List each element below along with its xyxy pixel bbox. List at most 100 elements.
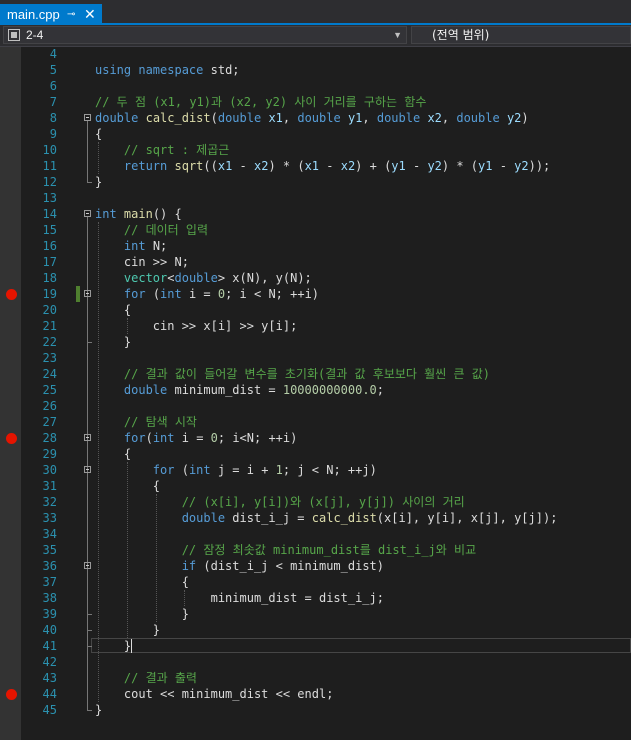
code-line[interactable]: 33 double dist_i_j = calc_dist(x[i], y[i… [0, 510, 631, 526]
code-editor[interactable]: 4 5 using namespace std; 6 7// 두 점 (x1, y1)과… [0, 47, 631, 740]
code-line[interactable]: 23 [0, 350, 631, 366]
text-caret [131, 639, 132, 653]
line-number: 42 [42, 655, 57, 669]
code-line[interactable]: 11 return sqrt((x1 - x2) * (x1 - x2) + (… [0, 158, 631, 174]
indent-guide [98, 222, 99, 702]
code-line[interactable]: 8 double calc_dist(double x1, double y1, … [0, 110, 631, 126]
code-line[interactable]: 22 } [0, 334, 631, 350]
breakpoint-icon[interactable] [6, 689, 17, 700]
outline-region-line [87, 569, 88, 614]
code-token: cout << minimum_dist << endl; [95, 687, 334, 701]
tab-main-cpp[interactable]: main.cpp ⊸ ✕ [0, 4, 102, 25]
code-token: ) [521, 111, 529, 125]
code-text: double minimum_dist = 10000000000.0; [95, 382, 384, 398]
code-line[interactable]: 12} [0, 174, 631, 190]
code-line[interactable]: 14 int main() { [0, 206, 631, 222]
collapse-toggle-icon[interactable] [84, 290, 91, 297]
line-number: 38 [42, 591, 57, 605]
code-line[interactable]: 20 { [0, 302, 631, 318]
code-token: (dist_i_j < minimum_dist) [196, 559, 384, 573]
code-line[interactable]: 37 { [0, 574, 631, 590]
line-number: 40 [42, 623, 57, 637]
code-token: ( [174, 463, 189, 477]
code-line[interactable]: 32 // (x[i], y[i])와 (x[j], y[j]) 사이의 거리 [0, 494, 631, 510]
outline-region-end [87, 630, 92, 631]
code-line[interactable]: 43 // 결과 출력 [0, 670, 631, 686]
code-line[interactable]: 4 [0, 46, 631, 62]
code-line[interactable]: 40 } [0, 622, 631, 638]
code-line[interactable]: 42 [0, 654, 631, 670]
indent-guide [126, 462, 128, 638]
line-number: 25 [42, 383, 57, 397]
close-icon[interactable]: ✕ [84, 4, 96, 25]
change-indicator [76, 286, 80, 302]
code-line[interactable]: 29 { [0, 446, 631, 462]
code-line[interactable]: 13 [0, 190, 631, 206]
code-text: { [95, 302, 131, 318]
code-line[interactable]: 15 // 데이터 입력 [0, 222, 631, 238]
code-line[interactable]: 17 cin >> N; [0, 254, 631, 270]
code-line[interactable]: 10 // sqrt : 제곱근 [0, 142, 631, 158]
code-line[interactable]: 35 // 잠정 최솟값 minimum_dist를 dist_i_j와 비교 [0, 542, 631, 558]
line-number: 28 [42, 431, 57, 445]
code-text: // sqrt : 제곱근 [95, 142, 229, 158]
code-line[interactable]: 21 cin >> x[i] >> y[i]; [0, 318, 631, 334]
code-token: int [123, 239, 146, 253]
scope-dropdown[interactable]: 2-4 ▼ [3, 26, 407, 44]
collapse-toggle-icon[interactable] [84, 210, 91, 217]
code-token: // 결과 출력 [123, 671, 197, 685]
collapse-toggle-icon[interactable] [84, 562, 91, 569]
code-line[interactable]: 16 int N; [0, 238, 631, 254]
line-number: 5 [49, 63, 57, 77]
code-text: // 잠정 최솟값 minimum_dist를 dist_i_j와 비교 [95, 542, 476, 558]
code-token: y2 [427, 159, 442, 173]
code-line[interactable]: 34 [0, 526, 631, 542]
code-line[interactable]: 9{ [0, 126, 631, 142]
collapse-toggle-icon[interactable] [84, 434, 91, 441]
code-token: double [95, 111, 139, 125]
code-line[interactable]: 45} [0, 702, 631, 718]
code-token: 0 [217, 287, 226, 301]
code-line[interactable]: 5 using namespace std; [0, 62, 631, 78]
code-line[interactable]: 44 cout << minimum_dist << endl; [0, 686, 631, 702]
code-text: { [95, 126, 102, 142]
outline-region-end [87, 182, 92, 183]
line-number: 15 [42, 223, 57, 237]
code-token: dist_i_j = [225, 511, 312, 525]
collapse-toggle-icon[interactable] [84, 114, 91, 121]
line-number: 33 [42, 511, 57, 525]
code-line[interactable]: 31 { [0, 478, 631, 494]
code-text: vector<double> x(N), y(N); [95, 270, 312, 286]
code-line[interactable]: 26 [0, 398, 631, 414]
code-line[interactable]: 6 [0, 78, 631, 94]
code-token: for [152, 463, 175, 477]
breakpoint-icon[interactable] [6, 289, 17, 300]
line-number: 43 [42, 671, 57, 685]
breakpoint-icon[interactable] [6, 433, 17, 444]
indent-guide [126, 318, 128, 334]
code-token: - [319, 159, 341, 173]
code-token: double [376, 111, 421, 125]
code-line[interactable]: 7 // 두 점 (x1, y1)과 (x2, y2) 사이 거리를 구하는 함수 [0, 94, 631, 110]
code-line[interactable]: 28 for(int i = 0; i<N; ++i) [0, 430, 631, 446]
member-dropdown[interactable]: (전역 범위) [411, 26, 631, 44]
code-line[interactable]: 24 // 결과 값이 들어갈 변수를 초기화(결과 값 후보보다 훨씬 큰 값… [0, 366, 631, 382]
code-line[interactable]: 38 minimum_dist = dist_i_j; [0, 590, 631, 606]
code-line[interactable]: 36 if (dist_i_j < minimum_dist) [0, 558, 631, 574]
code-token: , [441, 111, 457, 125]
code-line[interactable]: 39 } [0, 606, 631, 622]
line-number: 20 [42, 303, 57, 317]
code-line[interactable]: 30 for (int j = i + 1; j < N; ++j) [0, 462, 631, 478]
code-line[interactable]: 27 // 탐색 시작 [0, 414, 631, 430]
collapse-toggle-icon[interactable] [84, 466, 91, 473]
code-token: - [232, 159, 254, 173]
code-line[interactable]: 19 for (int i = 0; i < N; ++i) [0, 286, 631, 302]
pin-icon[interactable]: ⊸ [67, 4, 75, 25]
code-token: int [188, 463, 211, 477]
code-line[interactable]: 25 double minimum_dist = 10000000000.0; [0, 382, 631, 398]
code-line[interactable]: 18 vector<double> x(N), y(N); [0, 270, 631, 286]
